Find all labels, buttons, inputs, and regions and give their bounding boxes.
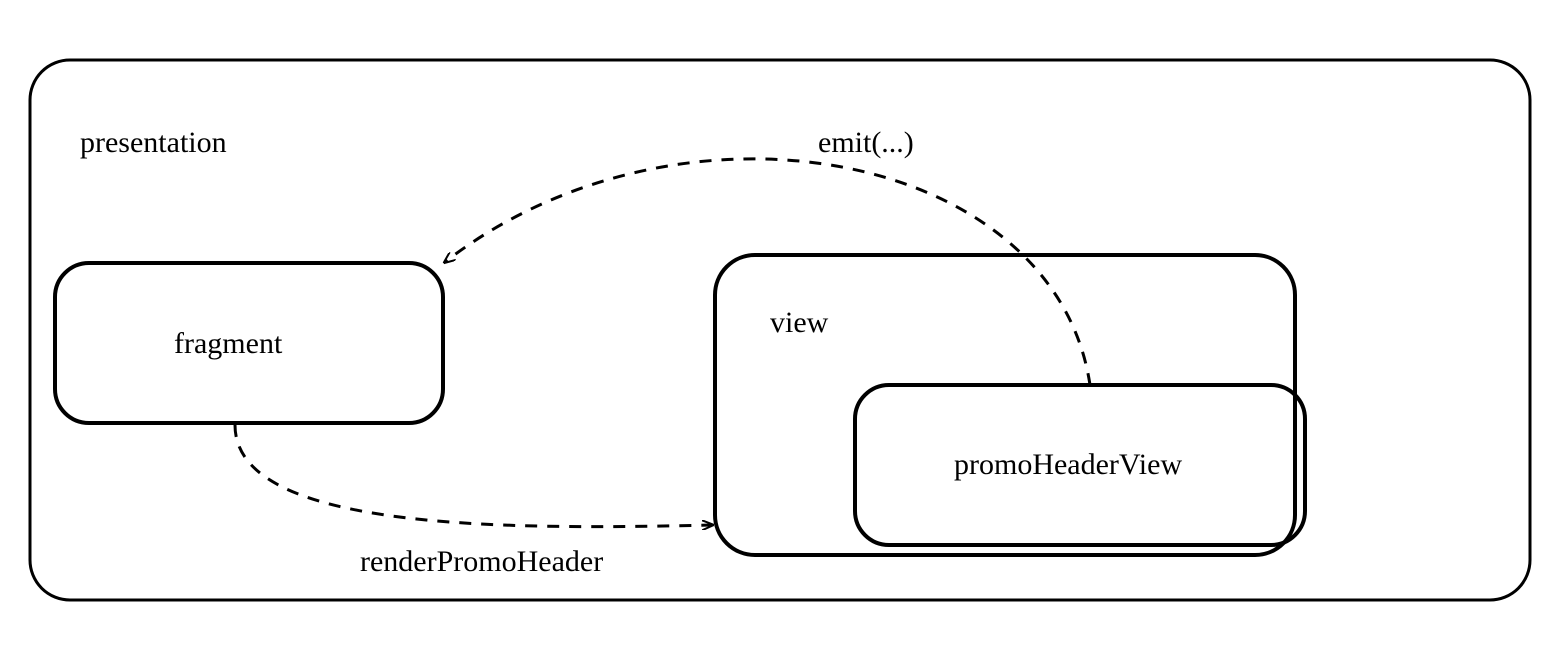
render-promo-header-arrow	[235, 425, 712, 527]
emit-edge-label: emit(...)	[818, 126, 914, 160]
emit-arrow	[445, 159, 1090, 385]
promo-header-view-label: promoHeaderView	[954, 448, 1182, 482]
view-box	[715, 255, 1295, 555]
render-promo-header-edge-label: renderPromoHeader	[360, 545, 603, 579]
presentation-label: presentation	[80, 126, 227, 160]
fragment-label: fragment	[174, 327, 282, 361]
view-label: view	[770, 306, 828, 340]
